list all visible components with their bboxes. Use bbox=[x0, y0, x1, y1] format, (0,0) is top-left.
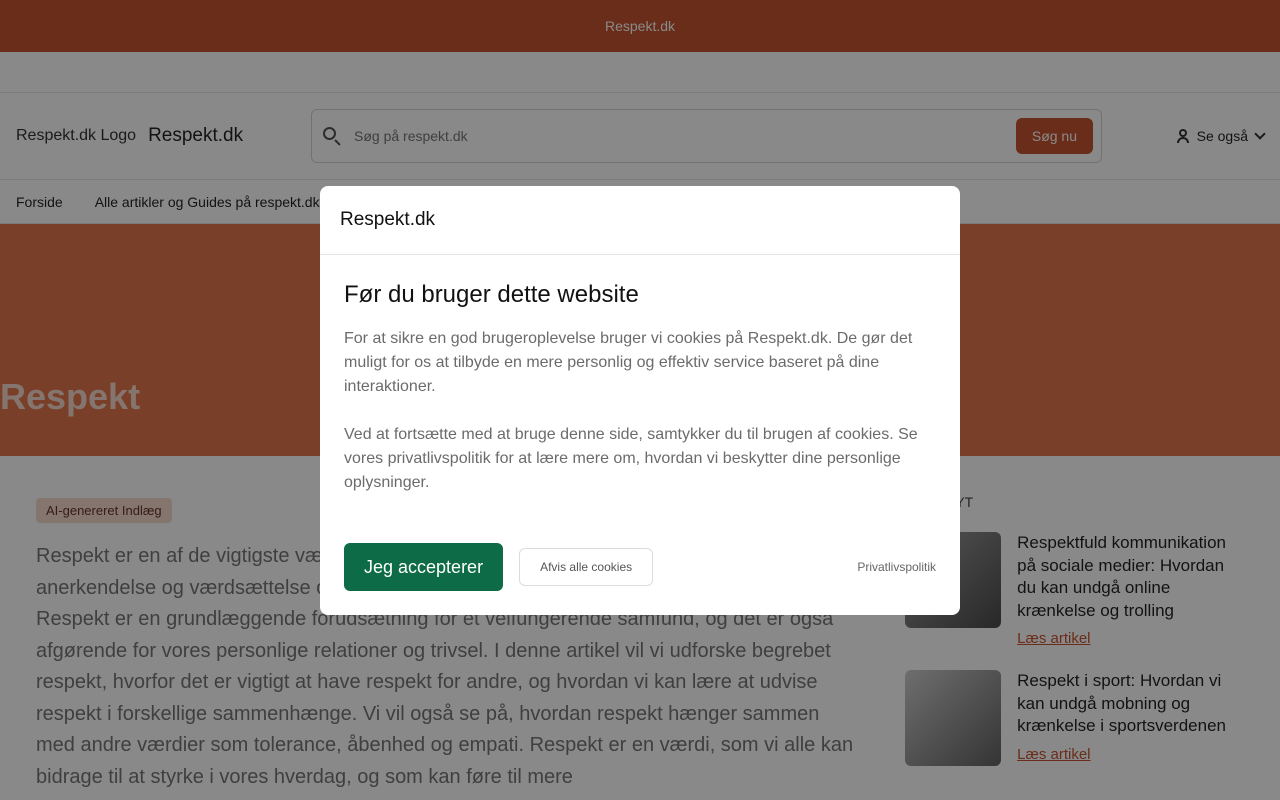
reject-cookies-button[interactable]: Afvis alle cookies bbox=[519, 548, 654, 586]
modal-actions: Jeg accepterer Afvis alle cookies Privat… bbox=[344, 543, 936, 591]
modal-header: Respekt.dk bbox=[320, 186, 960, 255]
modal-body: Før du bruger dette website For at sikre… bbox=[320, 255, 960, 495]
modal-backdrop: Respekt.dk Før du bruger dette website F… bbox=[0, 0, 1280, 800]
modal-title: Før du bruger dette website bbox=[344, 281, 639, 308]
cookie-info-text: For at sikre en god brugeroplevelse brug… bbox=[344, 330, 913, 395]
accept-cookies-button[interactable]: Jeg accepterer bbox=[344, 543, 504, 591]
modal-header-title: Respekt.dk bbox=[340, 209, 436, 230]
privacy-policy-link[interactable]: Privatlivspolitik bbox=[857, 560, 936, 574]
cookie-consent-text: Ved at fortsætte med at bruge denne side… bbox=[344, 426, 918, 491]
cookie-consent-modal: Respekt.dk Før du bruger dette website F… bbox=[320, 186, 960, 615]
